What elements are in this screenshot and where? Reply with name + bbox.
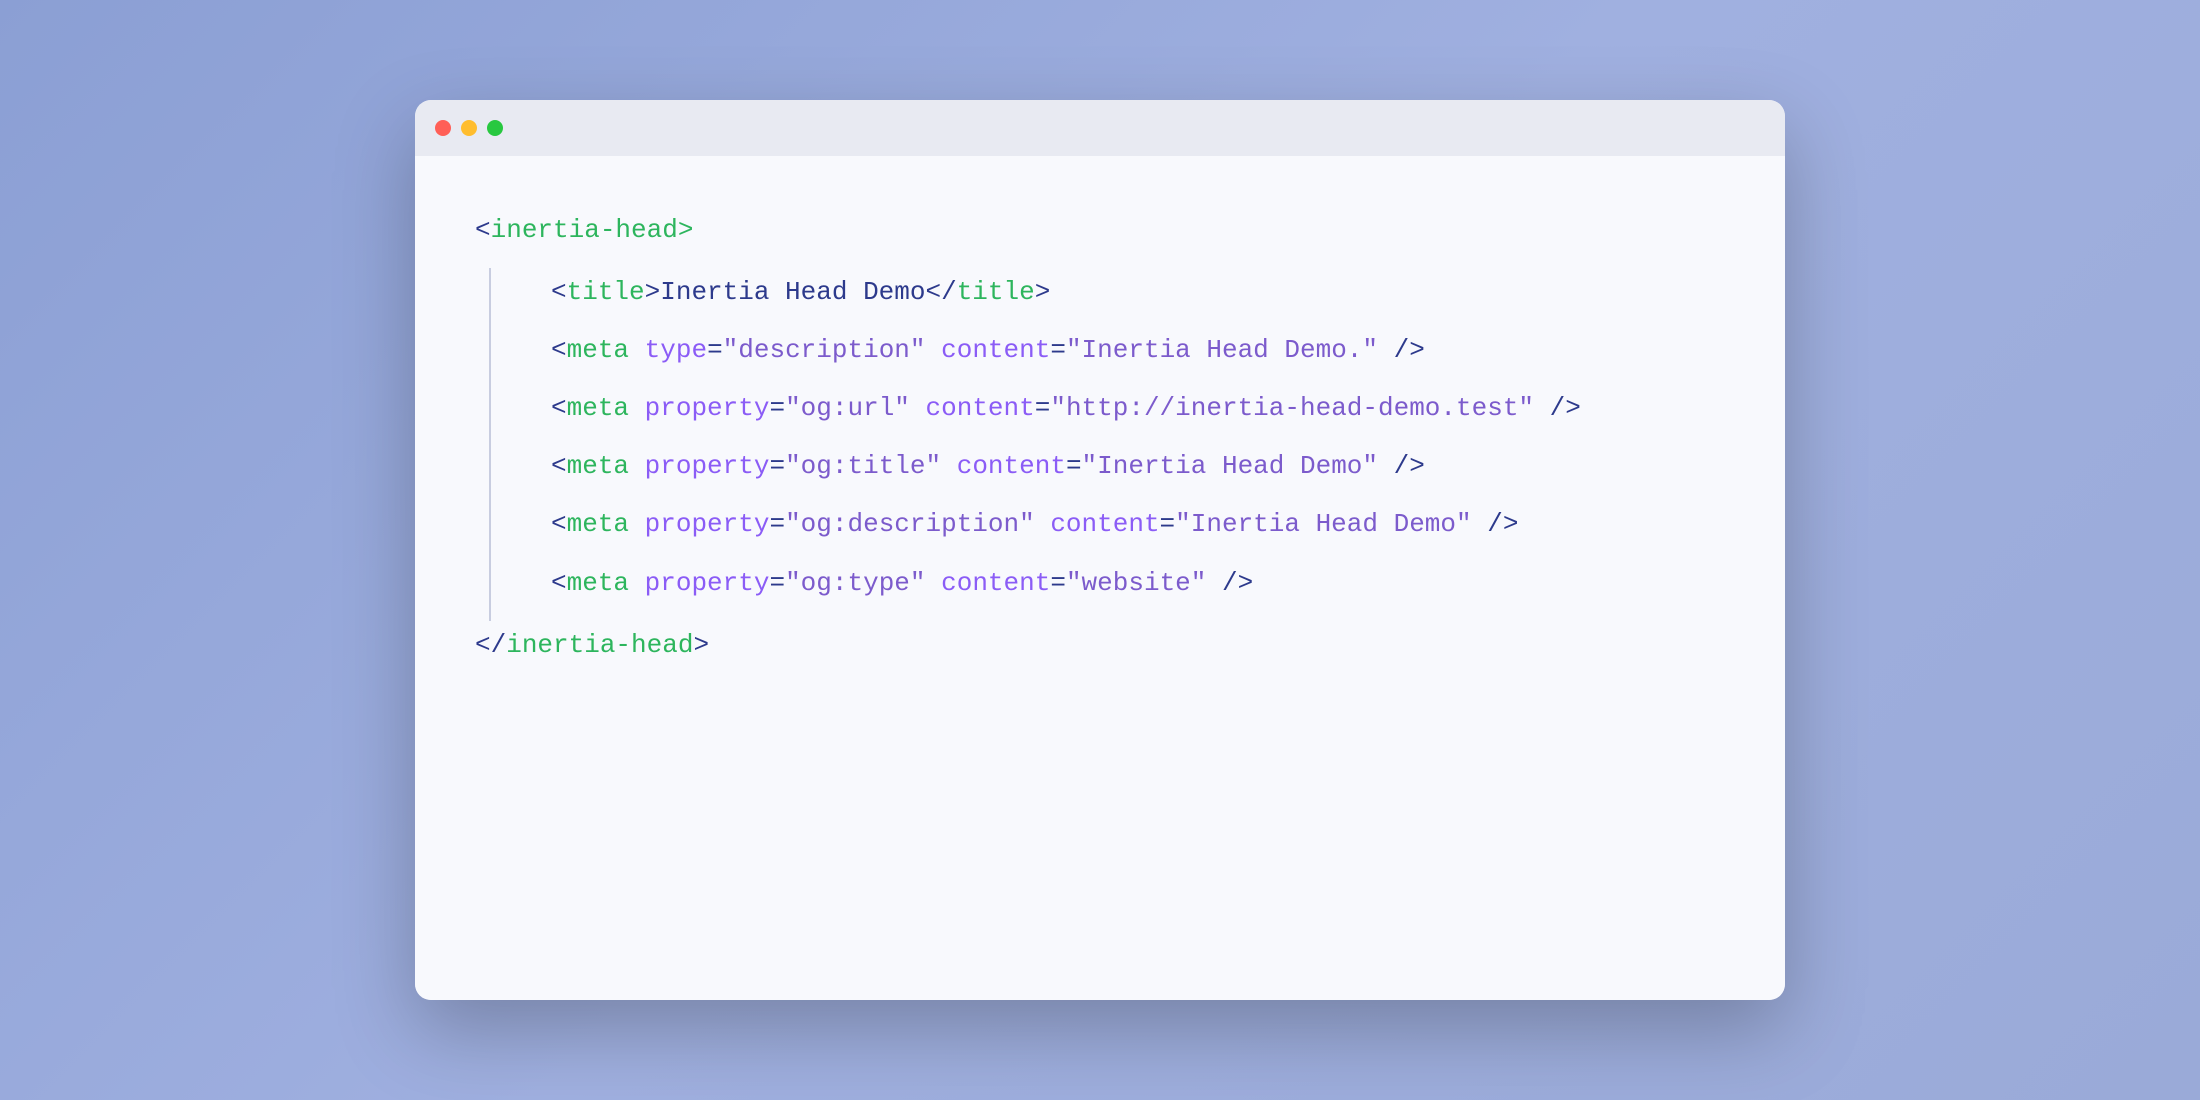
code-block: <inertia-head> <title>Inertia Head Demo<… <box>475 206 1725 669</box>
close-tag-line: </inertia-head> <box>475 621 1725 669</box>
meta-og-description-line: <meta property="og:description" content=… <box>551 500 1725 548</box>
meta-og-type-line: <meta property="og:type" content="websit… <box>551 559 1725 607</box>
maximize-button[interactable] <box>487 120 503 136</box>
browser-content: <inertia-head> <title>Inertia Head Demo<… <box>415 156 1785 1000</box>
meta-og-url-line: <meta property="og:url" content="http://… <box>551 384 1725 432</box>
meta-description-line: <meta type="description" content="Inerti… <box>551 326 1725 374</box>
title-line: <title>Inertia Head Demo</title> <box>551 268 1725 316</box>
close-button[interactable] <box>435 120 451 136</box>
title-content: Inertia Head Demo <box>660 268 925 316</box>
titlebar <box>415 100 1785 156</box>
open-tag-line: <inertia-head> <box>475 206 1725 254</box>
meta-og-title-line: <meta property="og:title" content="Inert… <box>551 442 1725 490</box>
minimize-button[interactable] <box>461 120 477 136</box>
open-bracket: < <box>475 206 491 254</box>
open-tag-name: inertia-head> <box>491 206 694 254</box>
browser-window: <inertia-head> <title>Inertia Head Demo<… <box>415 100 1785 1000</box>
desktop-background: <inertia-head> <title>Inertia Head Demo<… <box>0 0 2200 1100</box>
